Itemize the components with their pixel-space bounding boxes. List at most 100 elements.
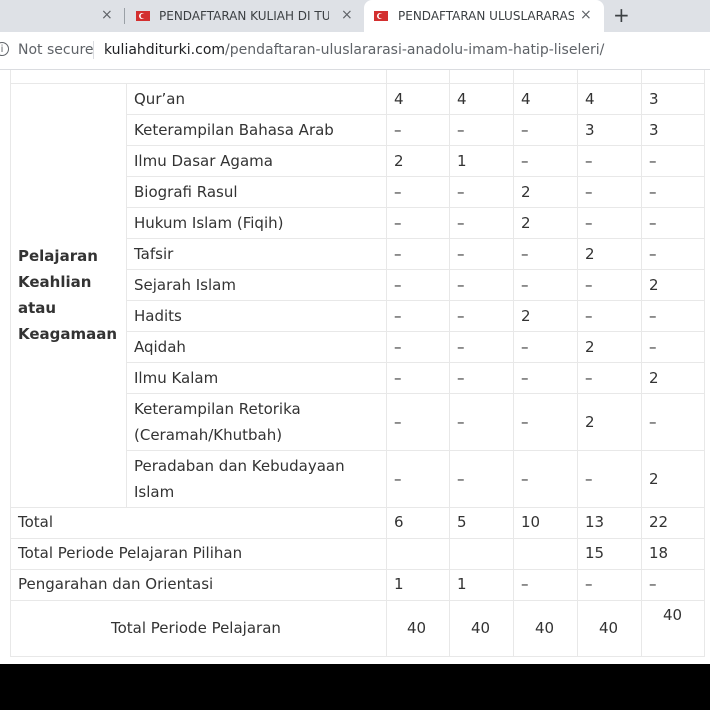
subject-name: Hadits bbox=[134, 306, 182, 325]
tab-bar: × PENDAFTARAN KULIAH DI TURKI × PENDAFTA… bbox=[0, 0, 710, 32]
section-label: atau bbox=[18, 299, 57, 317]
security-status[interactable]: Not secure bbox=[18, 42, 94, 58]
table-cell-value: – bbox=[521, 337, 529, 356]
table-cell-value: – bbox=[394, 213, 402, 232]
table-cell-value: – bbox=[585, 306, 593, 325]
table-cell-value: – bbox=[649, 306, 657, 325]
address-bar[interactable]: i Not secure kuliahditurki.com/pendaftar… bbox=[0, 32, 710, 70]
table-cell-value: – bbox=[521, 120, 529, 139]
table-cell-value: 30 bbox=[521, 70, 540, 76]
tab-pendaftaran-kuliah[interactable]: PENDAFTARAN KULIAH DI TURKI × bbox=[126, 0, 362, 32]
table-cell-value: 2 bbox=[521, 306, 531, 325]
subject-name: Sejarah Islam bbox=[134, 275, 236, 294]
close-icon[interactable]: × bbox=[101, 7, 113, 23]
table-cell-value: 4 bbox=[521, 89, 531, 108]
new-tab-button[interactable]: + bbox=[613, 3, 630, 27]
section-label: Keahlian bbox=[18, 273, 92, 291]
url-path: /pendaftaran-uluslararasi-anadolu-imam-h… bbox=[225, 42, 605, 58]
table-cell-value: 1 bbox=[457, 151, 467, 170]
site-favicon-icon bbox=[374, 11, 388, 21]
table-cell-value: 2 bbox=[521, 213, 531, 232]
table-cell-value: – bbox=[585, 182, 593, 201]
table-cell-value: 2 bbox=[521, 182, 531, 201]
tab-previous[interactable]: × bbox=[0, 0, 122, 32]
table-cell-value: 2 bbox=[585, 337, 595, 356]
close-icon[interactable]: × bbox=[341, 7, 353, 23]
table-cell-value: – bbox=[521, 412, 529, 431]
column-divider bbox=[10, 70, 11, 657]
subject-name: Biografi Rasul bbox=[134, 182, 238, 201]
table-cell-value: – bbox=[649, 213, 657, 232]
table-cell-value: – bbox=[394, 306, 402, 325]
table-cell-value: 2 bbox=[649, 469, 659, 488]
table-cell-value: – bbox=[521, 575, 529, 593]
row-divider bbox=[126, 269, 704, 270]
column-divider bbox=[577, 70, 578, 657]
table-cell-value: – bbox=[457, 275, 465, 294]
subject-name: Qur’an bbox=[134, 89, 185, 108]
table-cell-value: – bbox=[585, 368, 593, 387]
info-icon[interactable]: i bbox=[0, 42, 9, 56]
row-divider bbox=[126, 114, 704, 115]
table-cell-value: 2 bbox=[394, 151, 404, 170]
table-cell-value: 10 bbox=[521, 513, 541, 531]
table-cell-value: – bbox=[521, 469, 529, 488]
table-cell-value: – bbox=[394, 412, 402, 431]
row-divider bbox=[10, 569, 704, 570]
subject-name: Peradaban dan Kebudayaan bbox=[134, 456, 345, 475]
table-cell-value: 4 bbox=[585, 89, 595, 108]
column-divider bbox=[449, 70, 450, 657]
tab-pendaftaran-uluslararasi[interactable]: PENDAFTARAN ULUSLARARASI A × bbox=[364, 0, 604, 32]
url-field[interactable]: kuliahditurki.com/pendaftaran-uluslarara… bbox=[104, 42, 604, 58]
table-cell-value: 6 bbox=[394, 513, 404, 531]
subject-name: Hukum Islam (Fiqih) bbox=[134, 213, 284, 232]
table-cell-value: – bbox=[585, 575, 593, 593]
table-cell-value: 2 bbox=[585, 412, 595, 431]
close-icon[interactable]: × bbox=[580, 7, 592, 23]
table-cell-value: – bbox=[585, 151, 593, 170]
table-cell-value: 40 bbox=[407, 619, 427, 637]
row-divider bbox=[126, 331, 704, 332]
table-cell-value: 13 bbox=[585, 513, 605, 531]
row-divider bbox=[126, 238, 704, 239]
grand-total-label: Total Periode Pelajaran bbox=[111, 619, 281, 637]
tab-title: PENDAFTARAN ULUSLARARASI A bbox=[398, 9, 574, 23]
table-cell-value: 40 bbox=[599, 619, 619, 637]
table-cell-value: 40 bbox=[471, 619, 491, 637]
table-cell-value: 40 bbox=[535, 619, 555, 637]
summary-label: Total bbox=[18, 513, 54, 531]
table-cell-value: – bbox=[457, 337, 465, 356]
table-cell-value: 15 bbox=[585, 544, 605, 562]
table-cell-value: – bbox=[649, 575, 657, 593]
subject-name: Ilmu Kalam bbox=[134, 368, 219, 387]
table-cell-label: Total bbox=[18, 70, 59, 76]
table-cell-value: – bbox=[457, 368, 465, 387]
row-divider bbox=[10, 656, 704, 657]
tab-title: PENDAFTARAN KULIAH DI TURKI bbox=[159, 9, 329, 23]
table-cell-value: 2 bbox=[585, 244, 595, 263]
row-divider bbox=[126, 450, 704, 451]
table-cell-value: – bbox=[521, 244, 529, 263]
table-cell-value: 4 bbox=[394, 89, 404, 108]
table-cell-value: – bbox=[521, 368, 529, 387]
table-cell-value: 2 bbox=[649, 368, 659, 387]
subject-name: Tafsir bbox=[134, 244, 174, 263]
table-cell-value: – bbox=[649, 337, 657, 356]
subject-name: Keterampilan Bahasa Arab bbox=[134, 120, 334, 139]
taskbar bbox=[0, 664, 710, 710]
row-divider bbox=[126, 393, 704, 394]
table-cell-value: – bbox=[649, 244, 657, 263]
table-cell-value: – bbox=[521, 151, 529, 170]
table-cell-value: – bbox=[457, 213, 465, 232]
column-divider bbox=[641, 70, 642, 657]
curriculum-table: Total3334301210Qur’an44443Keterampilan B… bbox=[0, 70, 710, 664]
table-cell-value: – bbox=[457, 306, 465, 325]
column-divider bbox=[513, 70, 514, 657]
subject-name: Keterampilan Retorika bbox=[134, 399, 301, 418]
summary-label: Pengarahan dan Orientasi bbox=[18, 575, 214, 593]
table-cell-value: 5 bbox=[457, 513, 467, 531]
section-label: Pelajaran bbox=[18, 247, 98, 265]
table-cell-value: – bbox=[521, 275, 529, 294]
table-cell-value: – bbox=[585, 275, 593, 294]
table-cell-value: 12 bbox=[585, 70, 604, 76]
